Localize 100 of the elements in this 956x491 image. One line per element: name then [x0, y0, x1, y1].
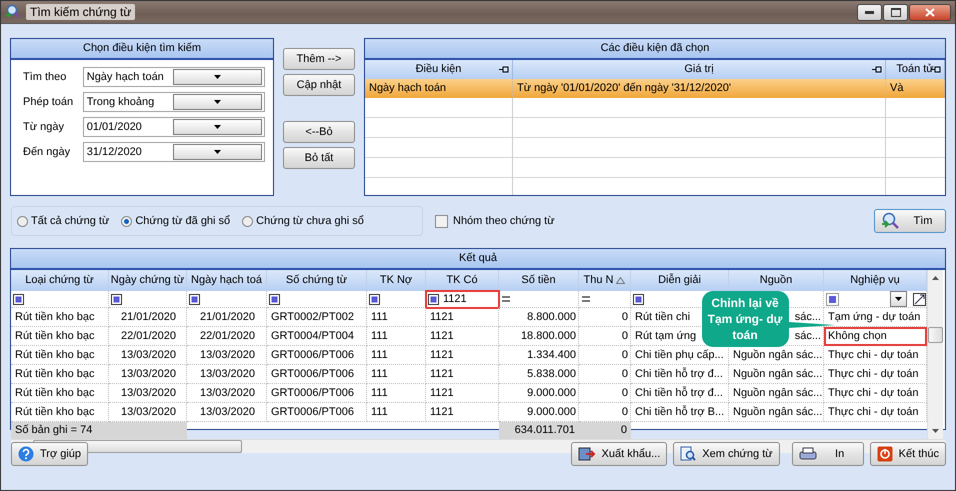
- scroll-thumb[interactable]: [928, 326, 943, 342]
- column-header[interactable]: Thu N: [579, 270, 631, 291]
- table-cell: Chi tiền hỗ trợ đ...: [631, 365, 729, 384]
- caret-icon: [214, 150, 222, 154]
- filter-operator-icon[interactable]: [189, 294, 200, 304]
- column-header[interactable]: Số chứng từ: [267, 270, 367, 291]
- edit-filter-icon[interactable]: [913, 292, 926, 306]
- column-header[interactable]: Nguồn: [729, 270, 824, 291]
- maximize-button[interactable]: [883, 4, 908, 20]
- radio-option[interactable]: Chứng từ chưa ghi sổ: [242, 215, 364, 227]
- magnifier-icon: [680, 446, 696, 462]
- field-label: Phép toán: [23, 96, 74, 108]
- table-cell: 13/03/2020: [187, 365, 267, 384]
- table-cell: 1121: [426, 308, 499, 327]
- help-icon: [18, 446, 34, 462]
- dropdown-field[interactable]: Trong khoảng: [82, 92, 265, 112]
- table-cell: 111: [367, 365, 426, 384]
- field-label: Tìm theo: [23, 70, 68, 82]
- dropdown-field[interactable]: Ngày hạch toán: [82, 66, 265, 86]
- table-cell: 22/01/2020: [187, 327, 267, 346]
- field-label: Từ ngày: [23, 120, 65, 132]
- table-cell: Rút tiền kho bạc: [11, 346, 109, 365]
- action-button[interactable]: Cập nhật: [283, 74, 355, 96]
- table-cell[interactable]: Và: [886, 79, 945, 98]
- column-header[interactable]: Toán tử: [886, 60, 945, 79]
- filter-value[interactable]: 1121: [443, 293, 467, 305]
- table-cell: 0: [579, 327, 631, 346]
- sort-icon: [616, 277, 626, 284]
- footer-button[interactable]: Xuất khẩu...: [570, 442, 668, 466]
- help-button[interactable]: Trợ giúp: [11, 442, 88, 466]
- table-cell: 21/01/2020: [109, 308, 187, 327]
- action-button[interactable]: Thêm -->: [283, 48, 355, 70]
- table-cell: 21/01/2020: [187, 308, 267, 327]
- footer-button[interactable]: Kết thúc: [870, 442, 946, 466]
- pin-icon[interactable]: [872, 66, 882, 73]
- table-cell: 13/03/2020: [109, 384, 187, 403]
- table-cell: Nguồn ngân sác...: [729, 365, 824, 384]
- filter-operator-icon[interactable]: [428, 294, 439, 304]
- filter-operator-icon[interactable]: [369, 294, 380, 304]
- footer-button[interactable]: In: [792, 442, 864, 466]
- filter-operator-icon[interactable]: [826, 292, 839, 306]
- minimize-button[interactable]: [857, 4, 882, 20]
- filter-operator-icon[interactable]: [633, 294, 644, 304]
- table-cell: Nguồn ngân sác...: [729, 384, 824, 403]
- column-header[interactable]: TK Nợ: [367, 270, 426, 291]
- total-amount: 634.011.701: [499, 422, 579, 439]
- table-cell: Rút tiền kho bạc: [11, 308, 109, 327]
- table-cell: 0: [579, 365, 631, 384]
- close-button[interactable]: [909, 4, 951, 20]
- table-cell: 18.800.000: [499, 327, 579, 346]
- table-cell: 8.800.000: [499, 308, 579, 327]
- table-cell: Rút tiền kho bạc: [11, 384, 109, 403]
- column-header[interactable]: TK Có: [426, 270, 499, 291]
- column-header[interactable]: Nghiệp vụ: [824, 270, 927, 291]
- vertical-scrollbar[interactable]: [927, 270, 943, 439]
- column-header[interactable]: Diễn giải: [631, 270, 729, 291]
- dropdown-field[interactable]: 31/12/2020: [82, 142, 265, 162]
- table-cell: GRT0006/PT006: [267, 384, 367, 403]
- column-header[interactable]: Số tiền: [499, 270, 579, 291]
- column-header[interactable]: Ngày hạch toá: [187, 270, 267, 291]
- column-header[interactable]: Loại chứng từ: [11, 270, 109, 291]
- table-cell: GRT0004/PT004: [267, 327, 367, 346]
- radio-option[interactable]: Chứng từ đã ghi sổ: [121, 215, 230, 227]
- table-cell: 111: [367, 346, 426, 365]
- table-cell: 111: [367, 327, 426, 346]
- table-cell: 1121: [426, 384, 499, 403]
- group-checkbox[interactable]: Nhóm theo chứng từ: [435, 214, 555, 228]
- scroll-up-icon[interactable]: [932, 276, 939, 280]
- equals-operator-icon[interactable]: [581, 295, 591, 303]
- table-cell[interactable]: Ngày hạch toán: [365, 79, 513, 98]
- table-cell: Không chọn: [824, 327, 927, 346]
- close-icon: [925, 8, 935, 16]
- pin-icon[interactable]: [499, 66, 509, 73]
- column-header[interactable]: Giá trị: [513, 60, 886, 79]
- action-button[interactable]: Bỏ tất: [283, 147, 355, 169]
- action-button[interactable]: <--Bỏ: [283, 121, 355, 143]
- search-icon: [5, 4, 21, 20]
- power-icon: [876, 446, 893, 462]
- printer-icon: [798, 447, 817, 461]
- filter-operator-icon[interactable]: [269, 294, 280, 304]
- dropdown-button[interactable]: [890, 291, 907, 307]
- window-title: Tìm kiếm chứng từ: [26, 4, 136, 20]
- table-cell: Rút tiền kho bạc: [11, 327, 109, 346]
- dropdown-field[interactable]: 01/01/2020: [82, 116, 265, 136]
- table-cell: 9.000.000: [499, 384, 579, 403]
- filter-operator-icon[interactable]: [13, 294, 24, 304]
- column-header[interactable]: Điều kiện: [365, 60, 513, 79]
- field-label: Đến ngày: [23, 146, 72, 158]
- maximize-icon: [890, 8, 900, 16]
- table-cell: GRT0006/PT006: [267, 346, 367, 365]
- total-cell: 0: [579, 422, 631, 439]
- search-button[interactable]: Tìm: [874, 209, 946, 233]
- caret-icon: [214, 100, 222, 104]
- footer-button[interactable]: Xem chứng từ: [673, 442, 780, 466]
- filter-operator-icon[interactable]: [111, 294, 122, 304]
- table-cell[interactable]: Từ ngày '01/01/2020' đến ngày '31/12/2020': [513, 79, 886, 98]
- equals-operator-icon[interactable]: [501, 295, 511, 303]
- caret-icon: [214, 124, 222, 128]
- column-header[interactable]: Ngày chứng từ: [109, 270, 187, 291]
- radio-option[interactable]: Tất cả chứng từ: [17, 215, 110, 227]
